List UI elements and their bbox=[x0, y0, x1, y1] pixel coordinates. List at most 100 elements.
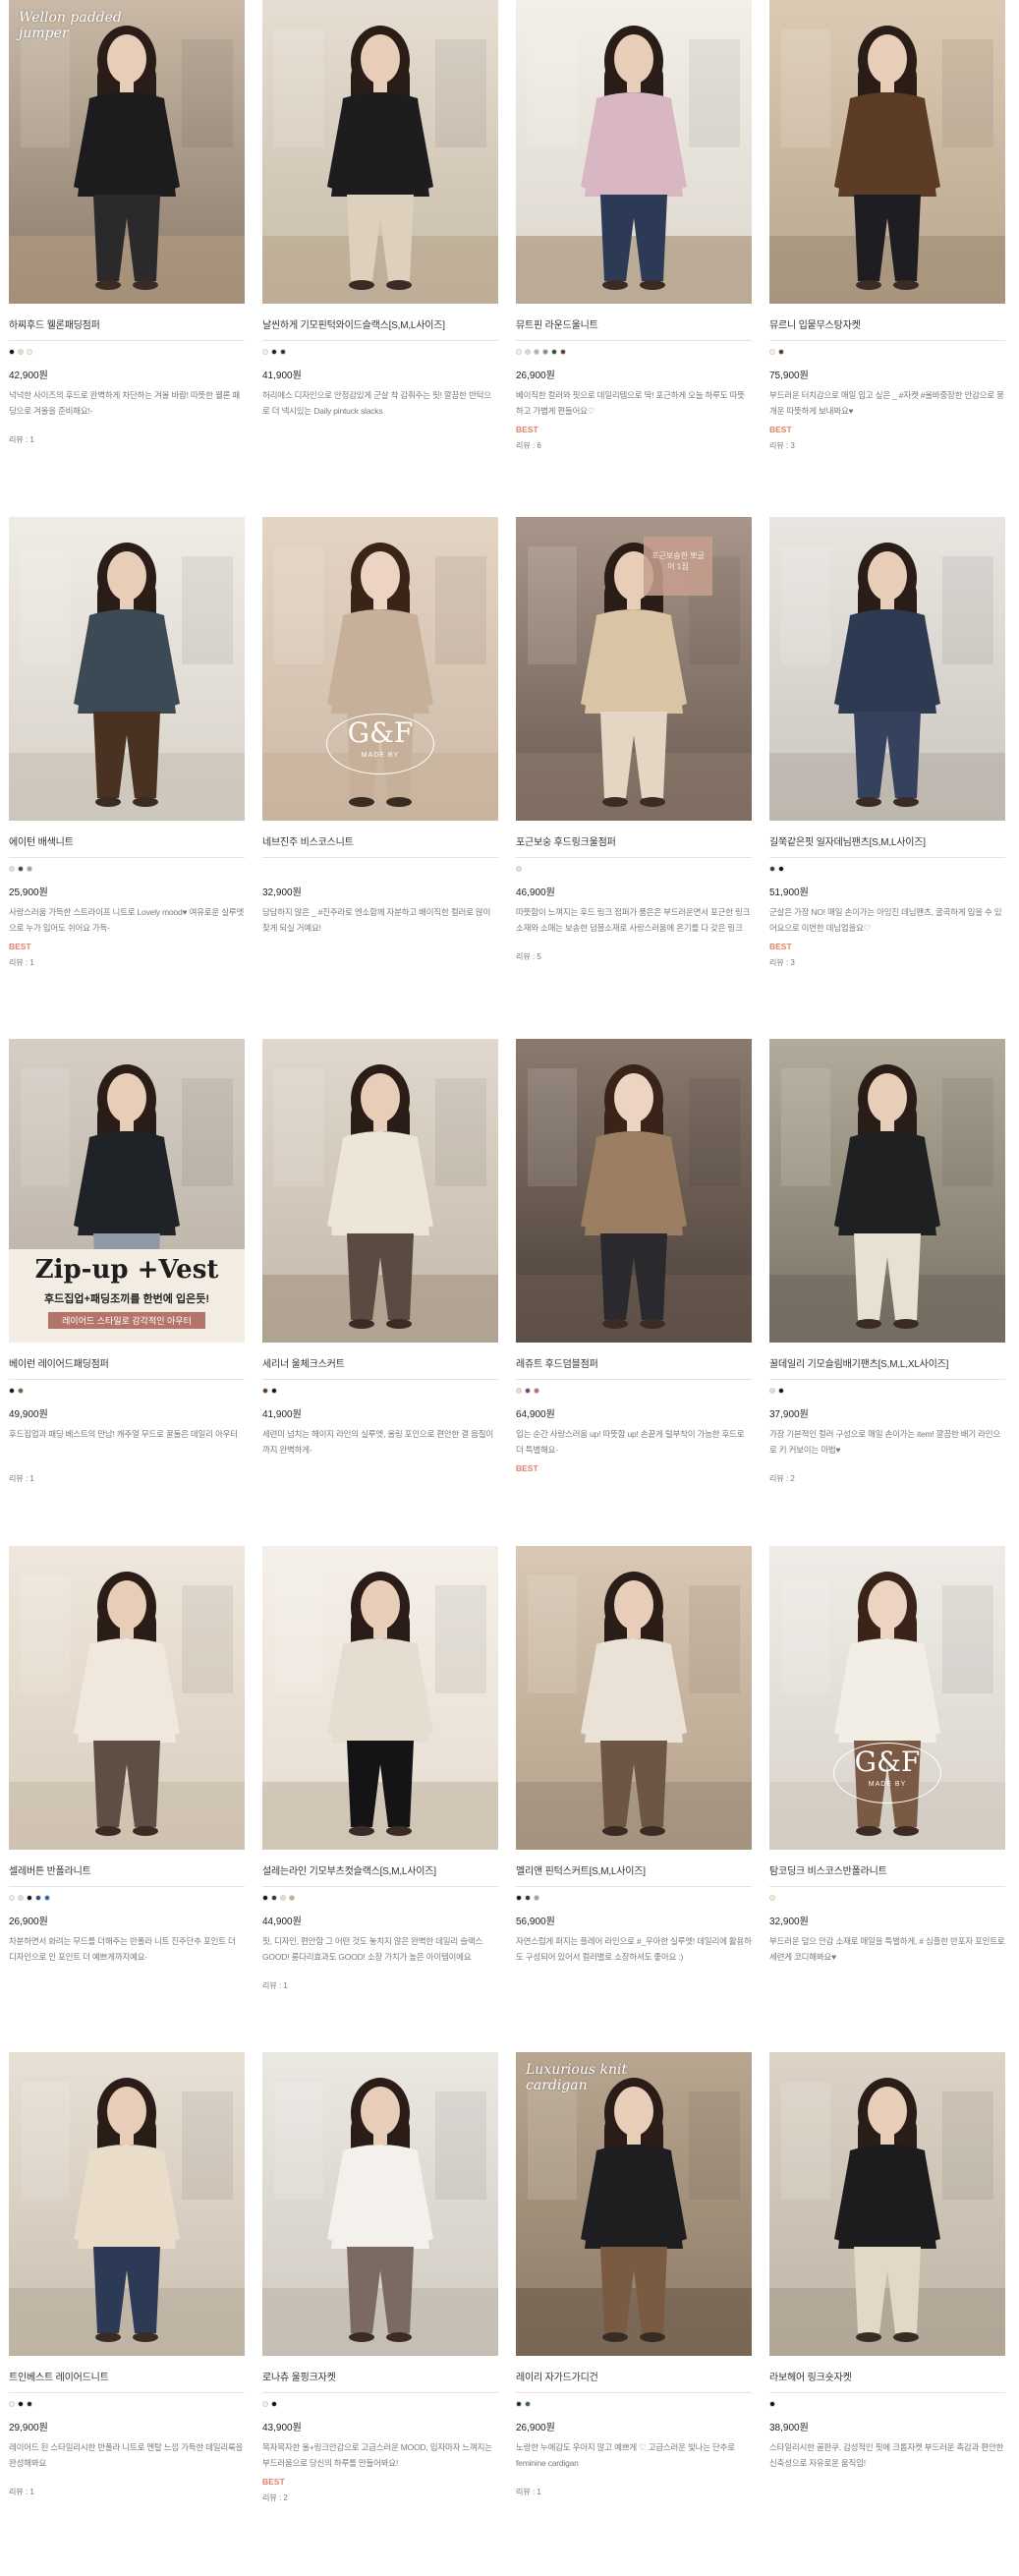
product-card[interactable]: 포근보송한 뽀글이 1점 포근보숭 후드링크울점퍼 46,900원 따뜻함이 느… bbox=[516, 517, 752, 963]
product-card[interactable]: 세리너 울체크스커트 41,900원 세련미 넘치는 헤이지 라인의 실루엣, … bbox=[262, 1039, 498, 1469]
color-swatch[interactable] bbox=[516, 1388, 522, 1394]
color-swatch[interactable] bbox=[18, 1388, 24, 1394]
product-card[interactable]: 꿀데일리 기모슬림배기팬츠[S,M,L,XL사이즈] 37,900원 가장 기본… bbox=[769, 1039, 1005, 1485]
product-card[interactable]: G&F MADE BY 네브진주 비스코스니트 32,900원 담담하지 않은 … bbox=[262, 517, 498, 947]
color-swatch[interactable] bbox=[769, 2401, 775, 2407]
review-count[interactable]: 리뷰 : 3 bbox=[769, 440, 1005, 452]
product-card[interactable]: 길쭉같은핏 일자데님팬츠[S,M,L사이즈] 51,900원 군살은 가장 NO… bbox=[769, 517, 1005, 969]
product-card[interactable]: 트인베스트 레이어드니트 29,900원 레이어드 된 스타일리시한 반폴라 니… bbox=[9, 2052, 245, 2498]
color-swatch[interactable] bbox=[516, 2401, 522, 2407]
color-swatch[interactable] bbox=[18, 866, 24, 872]
color-swatch[interactable] bbox=[778, 349, 784, 355]
product-card[interactable]: 설레는라인 기모부츠컷슬랙스[S,M,L사이즈] 44,900원 핏, 디자인,… bbox=[262, 1546, 498, 1992]
color-swatch[interactable] bbox=[778, 1388, 784, 1394]
color-swatch[interactable] bbox=[271, 1895, 277, 1901]
product-name[interactable]: 포근보숭 후드링크울점퍼 bbox=[516, 833, 752, 847]
product-card[interactable]: 로나츄 울핑크자켓 43,900원 목자목자한 울+링크안감으로 고급스러운 M… bbox=[262, 2052, 498, 2504]
product-name[interactable]: 날씬하게 기모핀턱와이드슬랙스[S,M,L사이즈] bbox=[262, 316, 498, 330]
color-swatch[interactable] bbox=[769, 866, 775, 872]
product-image[interactable] bbox=[262, 2052, 498, 2356]
review-count[interactable]: 리뷰 : 1 bbox=[9, 2487, 245, 2498]
product-image[interactable]: G&F MADE BY bbox=[769, 1546, 1005, 1850]
product-image[interactable] bbox=[516, 1546, 752, 1850]
review-count[interactable]: 리뷰 : 6 bbox=[516, 440, 752, 452]
product-name[interactable]: 뮤르니 입뭍무스탕자켓 bbox=[769, 316, 1005, 330]
color-swatch[interactable] bbox=[769, 349, 775, 355]
product-card[interactable]: 레쥬트 후드덤블점퍼 64,900원 입는 순간 사랑스러움 up! 따뜻함 u… bbox=[516, 1039, 752, 1475]
color-swatch[interactable] bbox=[525, 1388, 531, 1394]
product-image[interactable]: Zip-up +Vest 후드집업+패딩조끼를 한번에 입은듯! 레이어드 스타… bbox=[9, 1039, 245, 1343]
product-name[interactable]: 멜리앤 핀턱스커트[S,M,L사이즈] bbox=[516, 1862, 752, 1876]
color-swatch[interactable] bbox=[769, 1895, 775, 1901]
color-swatch[interactable] bbox=[262, 2401, 268, 2407]
product-image[interactable]: G&F MADE BY bbox=[262, 517, 498, 821]
product-image[interactable] bbox=[769, 517, 1005, 821]
color-swatch[interactable] bbox=[516, 349, 522, 355]
product-card[interactable]: G&F MADE BY 탐코딩크 비스코스반폴라니트 32,900원 부드러운 … bbox=[769, 1546, 1005, 1976]
color-swatch[interactable] bbox=[9, 349, 15, 355]
product-name[interactable]: 레이리 자가드가디건 bbox=[516, 2369, 752, 2382]
product-card[interactable]: 에이턴 배색니트 25,900원 사랑스러움 가득한 스트라이프 니트로 Lov… bbox=[9, 517, 245, 969]
product-card[interactable]: 멜리앤 핀턱스커트[S,M,L사이즈] 56,900원 자연스럽게 퍼지는 플레… bbox=[516, 1546, 752, 1976]
product-image[interactable] bbox=[9, 517, 245, 821]
review-count[interactable]: 리뷰 : 1 bbox=[262, 1980, 498, 1992]
color-swatch[interactable] bbox=[262, 1895, 268, 1901]
color-swatch[interactable] bbox=[271, 349, 277, 355]
product-image[interactable] bbox=[769, 0, 1005, 304]
review-count[interactable]: 리뷰 : 3 bbox=[769, 957, 1005, 969]
product-name[interactable]: 라보헤어 링크숏자켓 bbox=[769, 2369, 1005, 2382]
review-count[interactable]: 리뷰 : 1 bbox=[9, 1473, 245, 1485]
color-swatch[interactable] bbox=[289, 1895, 295, 1901]
review-count[interactable]: 리뷰 : 2 bbox=[262, 2492, 498, 2504]
product-image[interactable] bbox=[262, 0, 498, 304]
product-name[interactable]: 뮤트핀 라운드울니트 bbox=[516, 316, 752, 330]
product-card[interactable]: Luxurious knit cardigan 레이리 자가드가디건 26,90… bbox=[516, 2052, 752, 2498]
color-swatch[interactable] bbox=[44, 1895, 50, 1901]
product-name[interactable]: 세리너 울체크스커트 bbox=[262, 1355, 498, 1369]
color-swatch[interactable] bbox=[542, 349, 548, 355]
color-swatch[interactable] bbox=[525, 349, 531, 355]
product-image[interactable] bbox=[9, 2052, 245, 2356]
color-swatch[interactable] bbox=[516, 866, 522, 872]
product-name[interactable]: 하찌후드 웰론패딩점퍼 bbox=[9, 316, 245, 330]
color-swatch[interactable] bbox=[525, 2401, 531, 2407]
product-card[interactable]: 셀레버튼 반폴라니트 26,900원 차분하면서 화려는 무드를 더해주는 반폴… bbox=[9, 1546, 245, 1976]
color-swatch[interactable] bbox=[280, 349, 286, 355]
review-count[interactable]: 리뷰 : 1 bbox=[9, 434, 245, 446]
product-name[interactable]: 설레는라인 기모부츠컷슬랙스[S,M,L사이즈] bbox=[262, 1862, 498, 1876]
product-image[interactable]: Luxurious knit cardigan bbox=[516, 2052, 752, 2356]
color-swatch[interactable] bbox=[18, 349, 24, 355]
color-swatch[interactable] bbox=[560, 349, 566, 355]
color-swatch[interactable] bbox=[27, 349, 32, 355]
color-swatch[interactable] bbox=[9, 1895, 15, 1901]
product-card[interactable]: 라보헤어 링크숏자켓 38,900원 스타일리시한 골판쿠, 감성적인 핏에 크… bbox=[769, 2052, 1005, 2483]
product-name[interactable]: 네브진주 비스코스니트 bbox=[262, 833, 498, 847]
product-image[interactable] bbox=[262, 1546, 498, 1850]
product-card[interactable]: Zip-up +Vest 후드집업+패딩조끼를 한번에 입은듯! 레이어드 스타… bbox=[9, 1039, 245, 1485]
color-swatch[interactable] bbox=[271, 1388, 277, 1394]
color-swatch[interactable] bbox=[9, 866, 15, 872]
review-count[interactable]: 리뷰 : 5 bbox=[516, 951, 752, 963]
color-swatch[interactable] bbox=[262, 349, 268, 355]
product-image[interactable]: 포근보송한 뽀글이 1점 bbox=[516, 517, 752, 821]
color-swatch[interactable] bbox=[769, 1388, 775, 1394]
product-card[interactable]: 뮤트핀 라운드울니트 26,900원 베이직한 컬러와 핏으로 데일리템으로 딱… bbox=[516, 0, 752, 452]
product-image[interactable] bbox=[769, 2052, 1005, 2356]
product-image[interactable] bbox=[516, 1039, 752, 1343]
color-swatch[interactable] bbox=[534, 349, 539, 355]
product-image[interactable] bbox=[9, 1546, 245, 1850]
review-count[interactable]: 리뷰 : 1 bbox=[9, 957, 245, 969]
review-count[interactable]: 리뷰 : 2 bbox=[769, 1473, 1005, 1485]
color-swatch[interactable] bbox=[280, 1895, 286, 1901]
review-count[interactable]: 리뷰 : 1 bbox=[516, 2487, 752, 2498]
product-image[interactable] bbox=[262, 1039, 498, 1343]
color-swatch[interactable] bbox=[262, 1388, 268, 1394]
product-image[interactable] bbox=[516, 0, 752, 304]
product-name[interactable]: 베이런 레이어드패딩점퍼 bbox=[9, 1355, 245, 1369]
product-name[interactable]: 레쥬트 후드덤블점퍼 bbox=[516, 1355, 752, 1369]
color-swatch[interactable] bbox=[534, 1388, 539, 1394]
color-swatch[interactable] bbox=[35, 1895, 41, 1901]
product-name[interactable]: 트인베스트 레이어드니트 bbox=[9, 2369, 245, 2382]
color-swatch[interactable] bbox=[27, 1895, 32, 1901]
color-swatch[interactable] bbox=[778, 866, 784, 872]
